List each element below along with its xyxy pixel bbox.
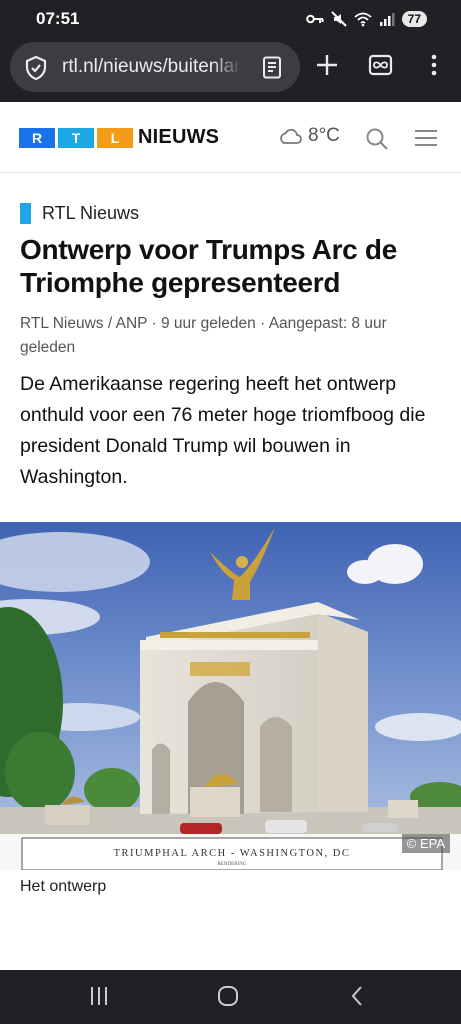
article-title: Ontwerp voor Trumps Arc de Triomphe gepr… bbox=[20, 234, 398, 298]
rtl-logo[interactable]: R T L bbox=[19, 128, 133, 148]
site-security-icon[interactable] bbox=[24, 55, 48, 81]
category-label: RTL Nieuws bbox=[42, 203, 140, 223]
image-sign-subtext: RENDERING bbox=[218, 862, 247, 867]
logo-letter-t: T bbox=[58, 128, 94, 148]
more-options-icon[interactable] bbox=[430, 53, 438, 77]
new-tab-icon[interactable] bbox=[315, 53, 339, 77]
browser-toolbar: rtl.nl/nieuws/buitenland bbox=[0, 38, 461, 102]
site-header: R T L NIEUWS 8°C bbox=[0, 103, 461, 173]
cloud-icon bbox=[280, 128, 302, 144]
back-icon[interactable] bbox=[349, 985, 365, 1007]
address-bar[interactable]: rtl.nl/nieuws/buitenland bbox=[10, 42, 300, 92]
article-intro: De Amerikaanse regering heeft het ontwer… bbox=[20, 373, 426, 488]
battery-indicator: 77 bbox=[401, 11, 427, 27]
wifi-icon bbox=[354, 12, 372, 26]
article-image[interactable]: TRIUMPHAL ARCH - WASHINGTON, DC RENDERIN… bbox=[0, 522, 461, 870]
temperature: 8°C bbox=[308, 125, 340, 146]
logo-letter-l: L bbox=[97, 128, 133, 148]
key-icon bbox=[305, 14, 324, 24]
weather-widget[interactable]: 8°C bbox=[278, 125, 340, 147]
reader-mode-icon[interactable] bbox=[262, 56, 282, 79]
signal-icon bbox=[379, 13, 395, 26]
arch-rendering: TRIUMPHAL ARCH - WASHINGTON, DC RENDERIN… bbox=[0, 522, 461, 870]
logo-letter-r: R bbox=[19, 128, 55, 148]
article-category[interactable]: RTL Nieuws bbox=[20, 203, 139, 224]
recent-apps-icon[interactable] bbox=[89, 985, 109, 1007]
category-marker bbox=[20, 203, 31, 224]
search-icon[interactable] bbox=[365, 127, 389, 151]
mute-icon bbox=[330, 11, 347, 27]
tab-switcher-icon[interactable] bbox=[368, 53, 393, 77]
system-nav-bar bbox=[0, 970, 461, 1024]
article-meta: RTL Nieuws / ANP · 9 uur geleden · Aange… bbox=[20, 315, 387, 356]
menu-icon[interactable] bbox=[414, 129, 438, 147]
home-icon[interactable] bbox=[217, 985, 239, 1007]
logo-text[interactable]: NIEUWS bbox=[138, 126, 219, 149]
clock: 07:51 bbox=[36, 9, 80, 28]
status-bar: 07:51 77 bbox=[0, 0, 461, 38]
image-sign-text: TRIUMPHAL ARCH - WASHINGTON, DC bbox=[114, 848, 351, 859]
image-caption: Het ontwerp bbox=[20, 878, 107, 895]
url-text[interactable]: rtl.nl/nieuws/buitenland bbox=[62, 56, 242, 78]
image-credit: © EPA bbox=[401, 834, 450, 853]
system-icons: 77 bbox=[305, 9, 427, 29]
